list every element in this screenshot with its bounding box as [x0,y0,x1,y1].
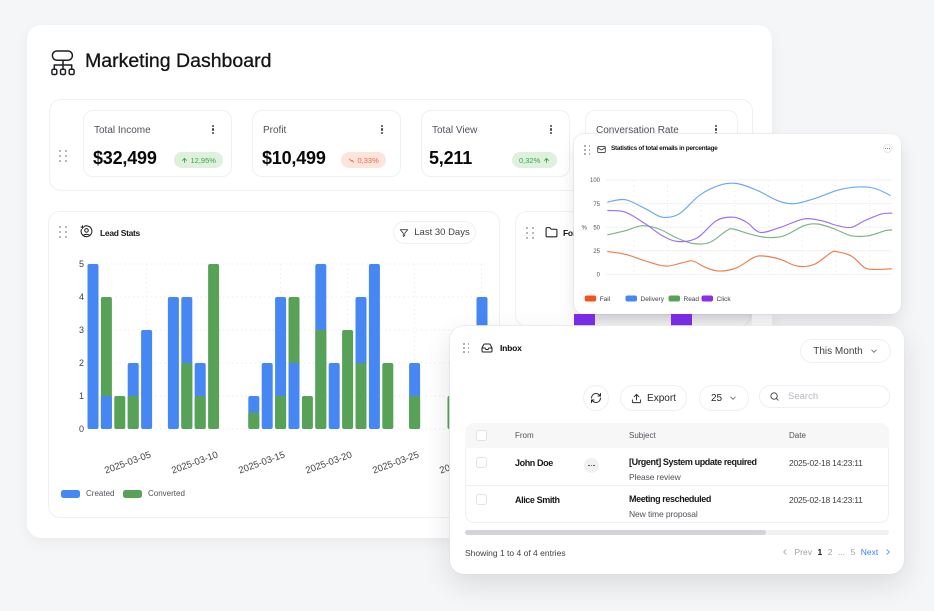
svg-text:50: 50 [593,225,600,231]
svg-text:2025-03-20: 2025-03-20 [304,449,353,476]
svg-text:Click: Click [717,296,732,303]
svg-text:2025-03-15: 2025-03-15 [237,449,286,476]
svg-text:Fail: Fail [600,296,611,303]
svg-text:2025-03-10: 2025-03-10 [170,449,219,476]
svg-text:%: % [582,226,588,232]
svg-text:3: 3 [79,325,84,335]
svg-text:2: 2 [79,358,84,368]
svg-text:75: 75 [593,202,600,208]
svg-text:100: 100 [590,178,601,184]
svg-text:2025-03-25: 2025-03-25 [371,449,420,476]
svg-text:0: 0 [79,424,84,434]
svg-text:2025-03-05: 2025-03-05 [103,449,152,476]
svg-text:Read: Read [684,296,700,303]
svg-text:25: 25 [593,249,600,255]
svg-text:1: 1 [79,391,84,401]
svg-text:4: 4 [79,292,84,302]
svg-text:Delivery: Delivery [641,296,665,303]
svg-text:0: 0 [597,273,601,279]
svg-text:5: 5 [79,259,84,269]
